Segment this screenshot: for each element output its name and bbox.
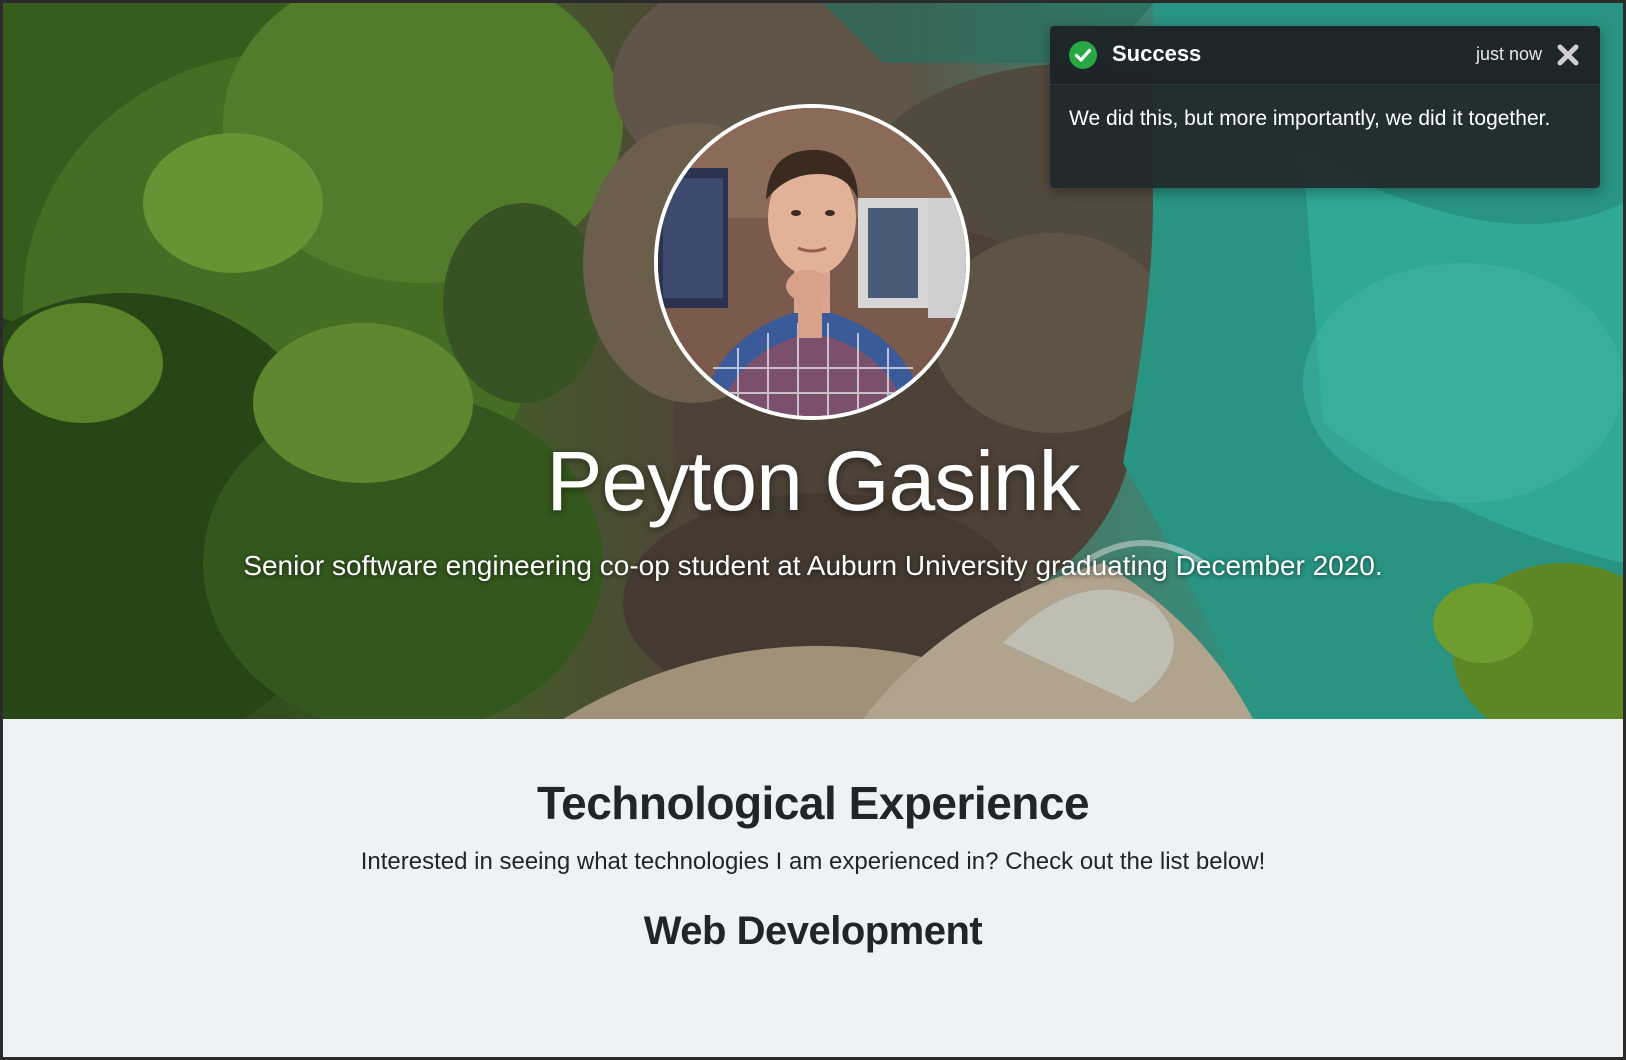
toast-title: Success: [1112, 41, 1202, 66]
close-icon[interactable]: [1556, 43, 1580, 67]
page: Peyton Gasink Senior software engineerin…: [3, 3, 1623, 1057]
hero-name: Peyton Gasink: [546, 434, 1080, 528]
hero-tagline: Senior software engineering co-op studen…: [243, 550, 1383, 581]
subsection-title: Web Development: [643, 909, 983, 953]
check-circle-icon: [1069, 41, 1097, 69]
hero-banner: Peyton Gasink Senior software engineerin…: [3, 3, 1623, 719]
main-content: [3, 719, 1623, 1057]
profile-avatar: [654, 104, 970, 420]
section-title: Technological Experience: [536, 777, 1090, 829]
success-toast: Success just now We did this, but more i…: [1050, 26, 1600, 188]
toast-header: Success just now: [1050, 26, 1600, 85]
section-subtitle: Interested in seeing what technologies I…: [360, 848, 1266, 875]
profile-photo: [658, 108, 966, 416]
toast-timestamp: just now: [1475, 44, 1542, 64]
toast-message: We did this, but more importantly, we di…: [1069, 107, 1551, 130]
